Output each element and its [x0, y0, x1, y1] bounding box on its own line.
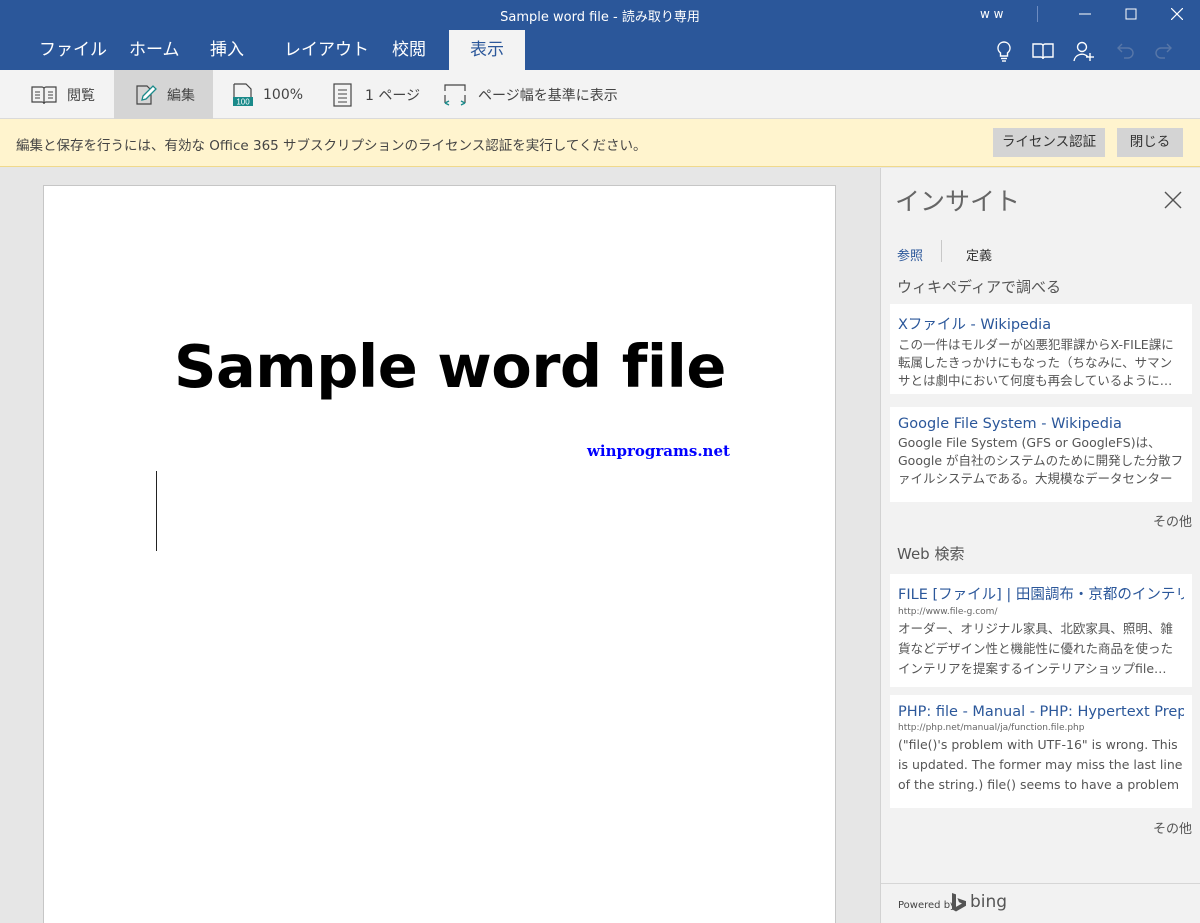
zoom-button[interactable]: 100 100%: [232, 70, 303, 119]
license-message-text: 編集と保存を行うには、有効な Office 365 サブスクリプションのライセン…: [16, 138, 647, 154]
page-width-icon: [444, 83, 466, 106]
tab-view[interactable]: 表示: [449, 30, 525, 70]
maximize-icon: [1125, 8, 1137, 20]
ribbon-tabs: ファイル ホーム 挿入 レイアウト 校閲 表示: [0, 30, 1200, 70]
share-person-icon[interactable]: [1072, 40, 1096, 62]
edit-mode-label: 編集: [167, 87, 195, 104]
maximize-button[interactable]: [1108, 0, 1154, 30]
page-width-label: ページ幅を基準に表示: [478, 87, 618, 104]
document-link[interactable]: winprograms.net: [587, 442, 730, 460]
title-bar: Sample word file - 読み取り専用 w w: [0, 0, 1200, 30]
tab-insert[interactable]: 挿入: [200, 30, 254, 70]
wiki-more-link[interactable]: その他: [1153, 511, 1192, 530]
one-page-button[interactable]: 1 ページ: [333, 70, 420, 119]
tab-separator: [941, 240, 942, 262]
view-ribbon: 閲覧 編集 100 100% 1 ページ ページ幅を基準に表示: [0, 70, 1200, 119]
wiki-result-title[interactable]: Xファイル - Wikipedia: [898, 313, 1184, 334]
tab-reference[interactable]: 参照: [897, 245, 923, 264]
redo-icon[interactable]: [1152, 40, 1176, 62]
web-result-title[interactable]: FILE [ファイル] | 田園調布・京都のインテリア: [898, 583, 1184, 604]
web-result-card[interactable]: PHP: file - Manual - PHP: Hypertext Prep…: [890, 695, 1192, 808]
tab-file[interactable]: ファイル: [29, 30, 117, 70]
minimize-button[interactable]: [1062, 0, 1108, 30]
title-separator: [1037, 6, 1038, 22]
edit-pencil-icon: [136, 84, 157, 105]
license-message-bar: 編集と保存を行うには、有効な Office 365 サブスクリプションのライセン…: [0, 119, 1200, 167]
page-width-button[interactable]: ページ幅を基準に表示: [443, 70, 618, 119]
tab-review[interactable]: 校閲: [382, 30, 436, 70]
tab-layout[interactable]: レイアウト: [274, 30, 379, 70]
one-page-label: 1 ページ: [365, 87, 421, 104]
reader-book-icon[interactable]: [1031, 40, 1055, 62]
powered-by-bing: Powered by bing: [881, 883, 1200, 923]
text-cursor: [156, 471, 157, 551]
wiki-result-card[interactable]: Xファイル - Wikipedia この一件はモルダーが凶悪犯罪課からX-FIL…: [890, 304, 1192, 394]
bing-wordmark: bing: [970, 892, 1008, 912]
document-area: Sample word file winprograms.net: [0, 168, 880, 923]
close-icon[interactable]: [1163, 190, 1183, 210]
web-more-link[interactable]: その他: [1153, 818, 1192, 837]
web-result-title[interactable]: PHP: file - Manual - PHP: Hypertext Prep…: [898, 704, 1184, 720]
wiki-result-card[interactable]: Google File System - Wikipedia Google Fi…: [890, 407, 1192, 502]
window-title: Sample word file - 読み取り専用: [500, 10, 700, 25]
document-title: Sample word file: [174, 332, 726, 401]
lightbulb-icon[interactable]: [992, 40, 1016, 62]
web-result-snippet: オーダー、オリジナル家具、北欧家具、照明、雑貨などデザイン性と機能性に優れた商品…: [898, 621, 1174, 676]
bing-logo: bing: [951, 892, 1007, 912]
close-window-button[interactable]: [1154, 0, 1200, 30]
activate-license-button[interactable]: ライセンス認証: [993, 128, 1105, 157]
web-search-section-title: Web 検索: [897, 545, 965, 563]
wiki-result-snippet: Google File System (GFS or GoogleFS)は、Go…: [898, 435, 1184, 486]
wiki-result-snippet: この一件はモルダーが凶悪犯罪課からX-FILE課に転属したきっかけにもなった（ち…: [898, 337, 1174, 388]
zoom-icon-text: 100: [236, 97, 250, 106]
tab-definition[interactable]: 定義: [966, 245, 992, 264]
zoom-label: 100%: [263, 86, 304, 103]
minimize-icon: [1079, 13, 1091, 15]
user-name[interactable]: w w: [980, 7, 1003, 21]
document-page[interactable]: Sample word file winprograms.net: [43, 185, 836, 923]
powered-by-text: Powered by: [898, 900, 956, 911]
zoom-100-icon: 100: [233, 82, 253, 106]
undo-icon[interactable]: [1113, 40, 1137, 62]
wiki-result-title[interactable]: Google File System - Wikipedia: [898, 416, 1184, 432]
read-mode-button[interactable]: 閲覧: [31, 70, 95, 119]
book-icon: [31, 85, 57, 104]
web-result-url: http://php.net/manual/ja/function.file.p…: [898, 723, 1085, 733]
wikipedia-section-title: ウィキペディアで調べる: [897, 278, 1061, 296]
insights-title: インサイト: [895, 187, 1021, 216]
close-message-button[interactable]: 閉じる: [1117, 128, 1183, 157]
insights-panel: インサイト 参照 定義 ウィキペディアで調べる Xファイル - Wikipedi…: [880, 168, 1200, 923]
read-mode-label: 閲覧: [67, 87, 95, 104]
one-page-icon: [333, 82, 352, 107]
bing-logo-icon: [952, 893, 966, 912]
web-result-snippet: ("file()'s problem with UTF-16" is wrong…: [898, 737, 1183, 792]
tab-home[interactable]: ホーム: [119, 30, 190, 70]
web-result-url: http://www.file-g.com/: [898, 607, 998, 617]
close-icon: [1171, 8, 1183, 20]
edit-mode-button[interactable]: 編集: [114, 70, 213, 119]
web-result-card[interactable]: FILE [ファイル] | 田園調布・京都のインテリア http://www.f…: [890, 574, 1192, 687]
